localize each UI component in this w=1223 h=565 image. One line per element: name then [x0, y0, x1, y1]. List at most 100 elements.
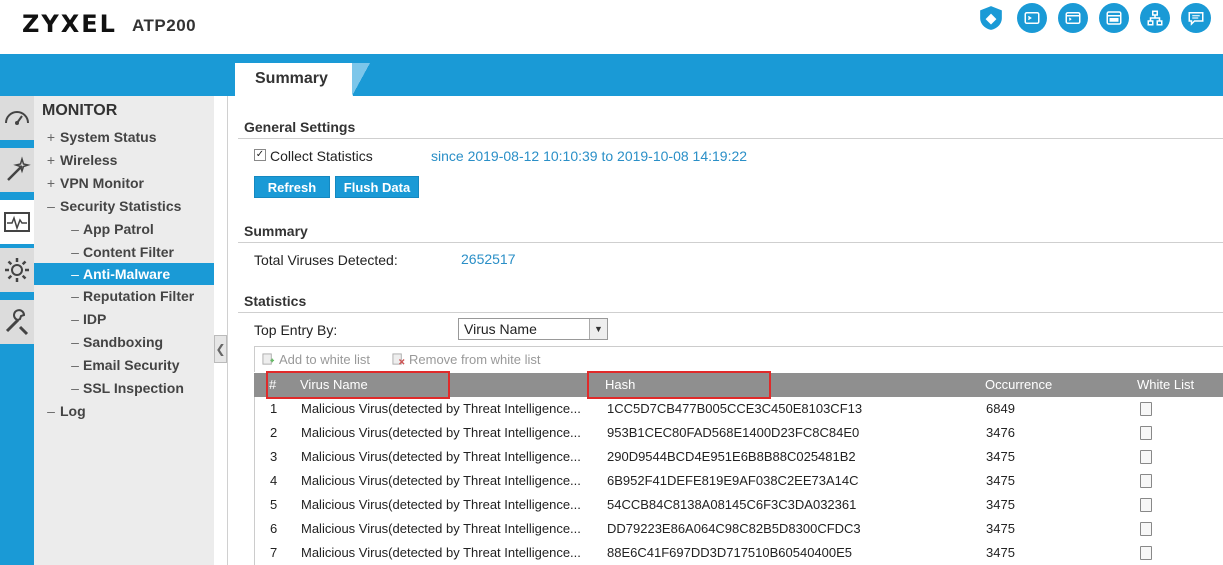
white-list-checkbox[interactable] [1140, 426, 1152, 440]
sidebar-item-idp[interactable]: – IDP [34, 308, 214, 330]
sidebar-item-wireless[interactable]: + Wireless [34, 149, 214, 171]
remove-from-white-list-label: Remove from white list [409, 352, 541, 367]
row-number: 3 [270, 449, 278, 464]
virus-name-cell: Malicious Virus(detected by Threat Intel… [301, 425, 581, 440]
section-divider [238, 312, 1223, 313]
row-number: 5 [270, 497, 278, 512]
table-row[interactable]: 1 Malicious Virus(detected by Threat Inte… [254, 397, 1223, 421]
row-number: 1 [270, 401, 278, 416]
virus-name-cell: Malicious Virus(detected by Threat Intel… [301, 449, 581, 464]
virus-name-cell: Malicious Virus(detected by Threat Intel… [301, 521, 581, 536]
add-list-icon [262, 353, 275, 365]
occurrence-cell: 3475 [986, 473, 1015, 488]
sidebar-item-label: VPN Monitor [60, 175, 144, 191]
table-row[interactable]: 7 Malicious Virus(detected by Threat Inte… [254, 541, 1223, 565]
network-map-icon[interactable] [1140, 3, 1170, 33]
sidebar-item-label: SSL Inspection [83, 380, 184, 396]
sidebar-item-label: Wireless [60, 152, 118, 168]
hash-cell: 88E6C41F697DD3D717510B60540400E5 [607, 545, 853, 560]
header-toolbar [976, 3, 1211, 33]
tab-summary[interactable]: Summary [235, 63, 353, 96]
white-list-checkbox[interactable] [1140, 402, 1152, 416]
sidebar-item-system-status[interactable]: + System Status [34, 126, 214, 148]
statistics-title: Statistics [244, 293, 307, 309]
sidebar-item-security-statistics[interactable]: – Security Statistics [34, 195, 214, 217]
collapse-sidebar-button[interactable]: ❮ [214, 335, 227, 363]
dash-icon: – [71, 357, 79, 373]
chat-icon[interactable] [1181, 3, 1211, 33]
console-icon[interactable] [1017, 3, 1047, 33]
table-row[interactable]: 4 Malicious Virus(detected by Threat Inte… [254, 469, 1223, 493]
dash-icon: – [71, 311, 79, 327]
sidebar-item-sandboxing[interactable]: – Sandboxing [34, 331, 214, 353]
flush-data-button[interactable]: Flush Data [335, 176, 419, 198]
dash-icon: – [71, 334, 79, 350]
top-header: ZYXEL ATP200 [0, 0, 1223, 54]
device-model: ATP200 [132, 16, 197, 35]
column-header-white-list[interactable]: White List [1137, 377, 1194, 392]
collapse-icon: – [47, 198, 55, 214]
dash-icon: – [71, 244, 79, 260]
configuration-icon[interactable] [0, 248, 34, 292]
browser-icon[interactable] [1099, 3, 1129, 33]
white-list-checkbox[interactable] [1140, 498, 1152, 512]
row-number: 4 [270, 473, 278, 488]
white-list-checkbox[interactable] [1140, 522, 1152, 536]
sidebar-item-label: App Patrol [83, 221, 154, 237]
expand-icon: + [46, 152, 56, 168]
hash-cell: 1CC5D7CB477B005CCE3C450E8103CF13 [607, 401, 863, 416]
sidebar-title: MONITOR [42, 102, 118, 119]
expand-icon: + [46, 129, 56, 145]
section-divider [238, 242, 1223, 243]
icon-rail [0, 96, 34, 565]
occurrence-cell: 3476 [986, 425, 1015, 440]
dash-icon: – [71, 380, 79, 396]
sidebar-item-anti-malware[interactable]: – Anti-Malware [34, 263, 214, 285]
chevron-down-icon[interactable]: ▼ [589, 319, 607, 339]
add-to-white-list-button[interactable]: Add to white list [262, 352, 370, 367]
column-header-occurrence[interactable]: Occurrence [985, 377, 1052, 392]
table-row[interactable]: 6 Malicious Virus(detected by Threat Inte… [254, 517, 1223, 541]
sidebar-item-content-filter[interactable]: – Content Filter [34, 241, 214, 263]
wizard-icon[interactable] [0, 148, 34, 192]
sidebar-item-label: Log [60, 403, 86, 419]
hash-cell: DD79223E86A064C98C82B5D8300CFDC3 [607, 521, 861, 536]
virus-name-cell: Malicious Virus(detected by Threat Intel… [301, 545, 581, 560]
top-entry-select[interactable]: Virus Name ▼ [458, 318, 608, 340]
table-row[interactable]: 5 Malicious Virus(detected by Threat Inte… [254, 493, 1223, 517]
hash-cell: 54CCB84C8138A08145C6F3C3DA032361 [607, 497, 857, 512]
occurrence-cell: 6849 [986, 401, 1015, 416]
highlight-virus-name-column [266, 371, 450, 399]
total-viruses-label: Total Viruses Detected: [254, 252, 398, 268]
sidebar-item-log[interactable]: – Log [34, 400, 214, 422]
white-list-checkbox[interactable] [1140, 546, 1152, 560]
cli-icon[interactable] [1058, 3, 1088, 33]
collect-statistics-checkbox[interactable]: ✓ [254, 149, 266, 161]
total-viruses-value: 2652517 [461, 251, 516, 267]
collapse-icon: – [47, 403, 55, 419]
section-divider [238, 138, 1223, 139]
refresh-button[interactable]: Refresh [254, 176, 330, 198]
sidebar-item-app-patrol[interactable]: – App Patrol [34, 218, 214, 240]
monitor-icon[interactable] [0, 200, 34, 244]
table-row[interactable]: 3 Malicious Virus(detected by Threat Inte… [254, 445, 1223, 469]
sidebar-item-ssl-inspection[interactable]: – SSL Inspection [34, 377, 214, 399]
sidebar-item-reputation-filter[interactable]: – Reputation Filter [34, 285, 214, 307]
dashboard-icon[interactable] [0, 96, 34, 140]
table-row[interactable]: 2 Malicious Virus(detected by Threat Inte… [254, 421, 1223, 445]
sidebar-item-email-security[interactable]: – Email Security [34, 354, 214, 376]
sidebar-item-label: Anti-Malware [83, 266, 171, 282]
white-list-checkbox[interactable] [1140, 450, 1152, 464]
white-list-checkbox[interactable] [1140, 474, 1152, 488]
maintenance-icon[interactable] [0, 300, 34, 344]
occurrence-cell: 3475 [986, 449, 1015, 464]
dash-icon: – [71, 266, 79, 282]
shield-icon[interactable] [976, 3, 1006, 33]
virus-name-cell: Malicious Virus(detected by Threat Intel… [301, 401, 581, 416]
row-number: 7 [270, 545, 278, 560]
collect-statistics-label: Collect Statistics [270, 148, 373, 164]
sidebar-menu: MONITOR + System Status + Wireless + VPN Mo… [34, 96, 214, 565]
remove-from-white-list-button[interactable]: Remove from white list [392, 352, 540, 367]
sidebar-divider [227, 96, 228, 565]
sidebar-item-vpn-monitor[interactable]: + VPN Monitor [34, 172, 214, 194]
